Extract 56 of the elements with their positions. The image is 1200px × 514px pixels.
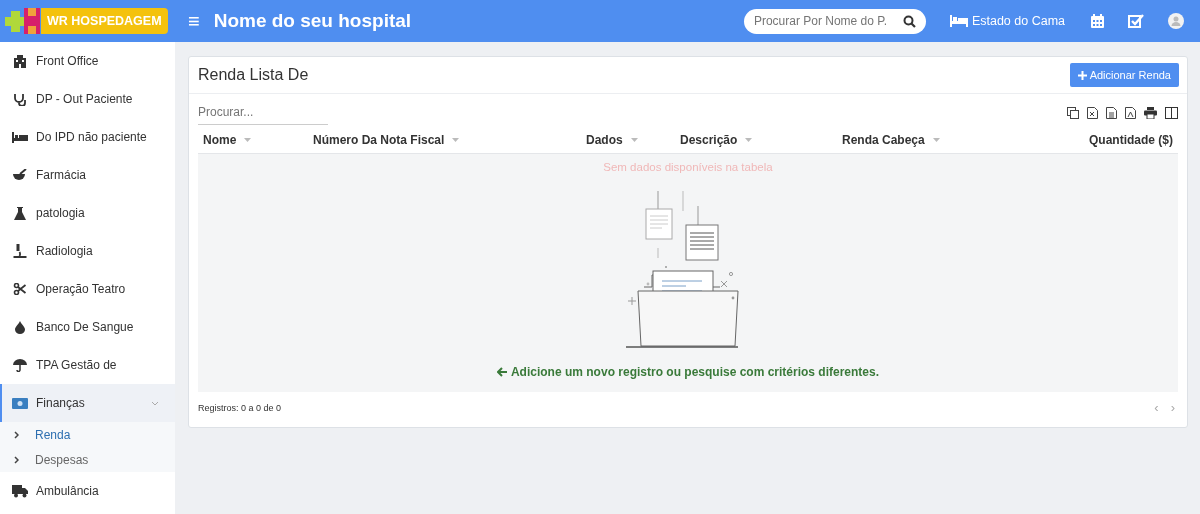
excel-file-icon[interactable] (1087, 106, 1098, 119)
chevron-icon (14, 455, 19, 464)
empty-hint: Adicione um novo registro ou pesquise com critérios diferentes. (496, 365, 880, 379)
sidebar-item[interactable]: Front Office (0, 42, 175, 80)
column-header[interactable]: Nome (203, 133, 313, 147)
sort-icon (932, 138, 940, 142)
empty-message: Sem dados disponíveis na tabela (603, 161, 773, 173)
building-icon (12, 54, 28, 68)
sidebar-item[interactable]: DP - Out Paciente (0, 80, 175, 118)
calendar-icon[interactable] (1091, 14, 1104, 28)
sidebar-item[interactable]: TPA Gestão de (0, 346, 175, 384)
sidebar-item[interactable]: Radiologia (0, 232, 175, 270)
column-header[interactable]: Número Da Nota Fiscal (313, 133, 586, 147)
records-count: Registros: 0 a 0 de 0 (198, 402, 282, 413)
logo-icon (2, 6, 42, 36)
truck-icon (12, 484, 28, 498)
sidebar-item[interactable]: Finanças (0, 384, 175, 422)
printer-icon[interactable] (1144, 106, 1157, 119)
column-header[interactable]: Dados (586, 133, 680, 147)
flask-icon (12, 206, 28, 220)
sidebar-item[interactable]: Banco De Sangue (0, 308, 175, 346)
column-header[interactable]: Descrição (680, 133, 842, 147)
stethoscope-icon (12, 92, 28, 106)
copy-icon[interactable] (1067, 106, 1079, 119)
pdf-file-icon[interactable] (1125, 106, 1136, 119)
avatar-icon[interactable] (1168, 13, 1184, 29)
sidebar-item[interactable]: Do IPD não paciente (0, 118, 175, 156)
money-icon (12, 397, 28, 409)
column-header[interactable]: Quantidade ($) (1012, 133, 1173, 147)
plus-icon (1077, 70, 1087, 80)
logo-text: WR HOSPEDAGEM (41, 8, 168, 34)
hospital-name: Nome do seu hospital (213, 10, 412, 32)
sidebar-item[interactable]: patologia (0, 194, 175, 232)
sidebar-item[interactable]: Farmácia (0, 156, 175, 194)
columns-icon[interactable] (1165, 106, 1178, 119)
column-header[interactable]: Renda Cabeça (842, 133, 1012, 147)
bed-icon (12, 131, 28, 143)
sort-icon (745, 138, 753, 142)
arrow-left-icon (496, 367, 507, 377)
search-icon (902, 14, 916, 28)
sort-icon (244, 138, 252, 142)
chevron-icon (14, 430, 19, 439)
checkbox-icon[interactable] (1128, 14, 1144, 28)
sidebar-item[interactable]: Ambulância (0, 472, 175, 510)
card-title: Renda Lista De (198, 66, 309, 84)
scissors-icon (12, 283, 28, 295)
umbrella-icon (12, 358, 28, 372)
sort-icon (630, 138, 638, 142)
sidebar-item[interactable]: Operação Teatro (0, 270, 175, 308)
mortar-icon (12, 169, 28, 181)
drop-icon (12, 320, 28, 334)
search-field[interactable]: Procurar Por Nome do P. (743, 8, 926, 34)
submenu-item[interactable]: Renda (0, 422, 175, 447)
sort-icon (452, 138, 460, 142)
bed-icon (949, 15, 968, 27)
submenu-item[interactable]: Despesas (0, 447, 175, 472)
